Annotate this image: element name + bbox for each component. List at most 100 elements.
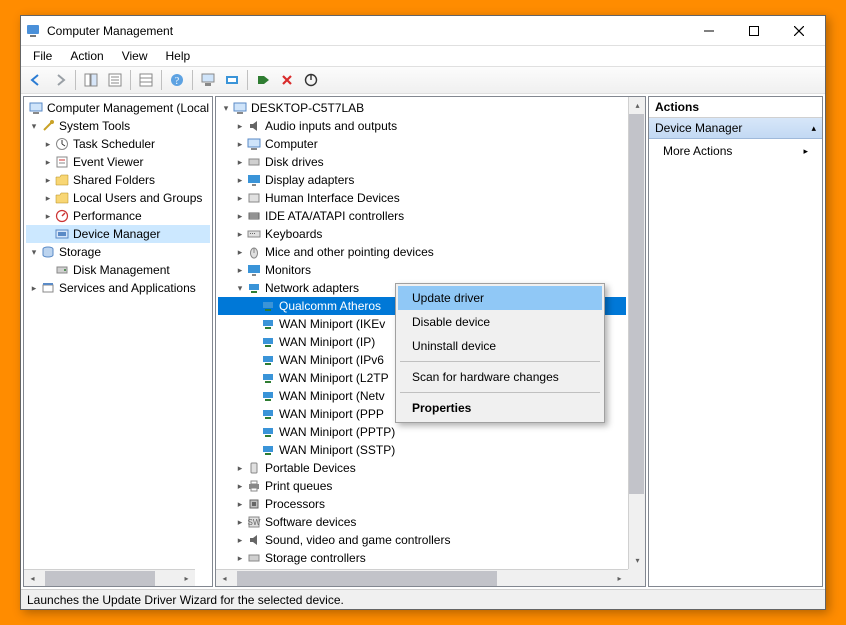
chevron-right-icon[interactable]: ▸	[234, 153, 246, 171]
chevron-right-icon[interactable]: ▸	[42, 171, 54, 189]
scroll-up-button[interactable]: ▴	[629, 97, 646, 114]
tree-item-device-manager[interactable]: ▸ Device Manager	[26, 225, 210, 243]
scroll-thumb[interactable]	[237, 571, 497, 586]
scrollbar-horizontal[interactable]: ◂ ▸	[24, 569, 195, 586]
chevron-right-icon[interactable]: ▸	[234, 261, 246, 279]
actions-band-device-manager[interactable]: Device Manager ▴	[649, 118, 822, 139]
context-uninstall-device[interactable]: Uninstall device	[398, 334, 602, 358]
tree-item-root[interactable]: Computer Management (Local	[26, 99, 210, 117]
chevron-down-icon[interactable]: ▾	[234, 279, 246, 297]
tree-item-label: Human Interface Devices	[265, 189, 400, 207]
device-item-wan-sstp[interactable]: ▸WAN Miniport (SSTP)	[218, 441, 626, 459]
maximize-button[interactable]	[731, 17, 776, 45]
device-category-display[interactable]: ▸Display adapters	[218, 171, 626, 189]
chevron-right-icon[interactable]: ▸	[28, 279, 40, 297]
list-view-button[interactable]	[135, 69, 157, 91]
tree-item-disk-management[interactable]: ▸ Disk Management	[26, 261, 210, 279]
scroll-thumb[interactable]	[45, 571, 155, 586]
scroll-left-button[interactable]: ◂	[24, 570, 41, 587]
scroll-right-button[interactable]: ▸	[178, 570, 195, 587]
menu-file[interactable]: File	[25, 47, 60, 65]
help-button[interactable]: ?	[166, 69, 188, 91]
scroll-track[interactable]	[41, 571, 178, 586]
chevron-right-icon[interactable]: ▸	[234, 495, 246, 513]
back-button[interactable]	[25, 69, 47, 91]
chevron-right-icon[interactable]: ▸	[234, 171, 246, 189]
chevron-down-icon[interactable]: ▾	[220, 99, 232, 117]
chevron-right-icon[interactable]: ▸	[42, 153, 54, 171]
chevron-right-icon[interactable]: ▸	[234, 225, 246, 243]
device-root[interactable]: ▾ DESKTOP-C5T7LAB	[218, 99, 626, 117]
tree-item-performance[interactable]: ▸ Performance	[26, 207, 210, 225]
context-disable-device[interactable]: Disable device	[398, 310, 602, 334]
device-category-mice[interactable]: ▸Mice and other pointing devices	[218, 243, 626, 261]
chevron-right-icon[interactable]: ▸	[234, 531, 246, 549]
device-category-keyboards[interactable]: ▸Keyboards	[218, 225, 626, 243]
scrollbar-vertical[interactable]: ▴ ▾	[628, 97, 645, 569]
clock-icon	[54, 136, 70, 152]
scrollbar-horizontal[interactable]: ◂ ▸	[216, 569, 628, 586]
menu-help[interactable]: Help	[158, 47, 199, 65]
close-button[interactable]	[776, 17, 821, 45]
context-properties[interactable]: Properties	[398, 396, 602, 420]
context-menu: Update driver Disable device Uninstall d…	[395, 283, 605, 423]
device-category-monitors[interactable]: ▸Monitors	[218, 261, 626, 279]
update-driver-toolbar-button[interactable]	[252, 69, 274, 91]
tree-item-storage[interactable]: ▾ Storage	[26, 243, 210, 261]
chevron-right-icon[interactable]: ▸	[42, 135, 54, 153]
tree-item-event-viewer[interactable]: ▸ Event Viewer	[26, 153, 210, 171]
device-category-hid[interactable]: ▸ Human Interface Devices	[218, 189, 626, 207]
chevron-right-icon[interactable]: ▸	[234, 135, 246, 153]
chevron-down-icon[interactable]: ▾	[28, 117, 40, 135]
chevron-right-icon[interactable]: ▸	[234, 243, 246, 261]
chevron-right-icon[interactable]: ▸	[42, 189, 54, 207]
forward-button[interactable]	[49, 69, 71, 91]
device-category-print[interactable]: ▸Print queues	[218, 477, 626, 495]
device-category-portable[interactable]: ▸Portable Devices	[218, 459, 626, 477]
scroll-track[interactable]	[233, 571, 611, 586]
device-category-software[interactable]: ▸SWSoftware devices	[218, 513, 626, 531]
chevron-right-icon[interactable]: ▸	[234, 207, 246, 225]
device-category-storage-controllers[interactable]: ▸Storage controllers	[218, 549, 626, 567]
tree-item-services-apps[interactable]: ▸ Services and Applications	[26, 279, 210, 297]
scroll-down-button[interactable]: ▾	[629, 552, 646, 569]
uninstall-toolbar-button[interactable]	[276, 69, 298, 91]
monitor-icon	[246, 262, 262, 278]
scroll-left-button[interactable]: ◂	[216, 570, 233, 587]
scroll-thumb[interactable]	[629, 114, 644, 494]
tree-item-shared-folders[interactable]: ▸ Shared Folders	[26, 171, 210, 189]
tree-item-task-scheduler[interactable]: ▸ Task Scheduler	[26, 135, 210, 153]
devices-by-type-button[interactable]	[197, 69, 219, 91]
chevron-right-icon[interactable]: ▸	[234, 459, 246, 477]
disable-toolbar-button[interactable]	[300, 69, 322, 91]
chevron-right-icon[interactable]: ▸	[234, 513, 246, 531]
chevron-down-icon[interactable]: ▾	[28, 243, 40, 261]
device-item-wan-pptp[interactable]: ▸WAN Miniport (PPTP)	[218, 423, 626, 441]
device-category-computer[interactable]: ▸Computer	[218, 135, 626, 153]
device-category-sound[interactable]: ▸Sound, video and game controllers	[218, 531, 626, 549]
chevron-right-icon[interactable]: ▸	[42, 207, 54, 225]
device-category-disk[interactable]: ▸Disk drives	[218, 153, 626, 171]
device-category-ide[interactable]: ▸IDE ATA/ATAPI controllers	[218, 207, 626, 225]
menu-view[interactable]: View	[114, 47, 156, 65]
scan-hardware-button[interactable]	[221, 69, 243, 91]
scroll-track[interactable]	[629, 114, 645, 552]
context-update-driver[interactable]: Update driver	[398, 286, 602, 310]
device-category-audio[interactable]: ▸Audio inputs and outputs	[218, 117, 626, 135]
minimize-button[interactable]	[686, 17, 731, 45]
console-tree[interactable]: Computer Management (Local ▾ System Tool…	[24, 97, 212, 569]
computer-icon	[28, 100, 44, 116]
chevron-right-icon[interactable]: ▸	[234, 477, 246, 495]
chevron-right-icon[interactable]: ▸	[234, 117, 246, 135]
chevron-right-icon[interactable]: ▸	[234, 189, 246, 207]
tree-item-local-users[interactable]: ▸ Local Users and Groups	[26, 189, 210, 207]
properties-button[interactable]	[104, 69, 126, 91]
menu-action[interactable]: Action	[62, 47, 111, 65]
tree-item-system-tools[interactable]: ▾ System Tools	[26, 117, 210, 135]
show-hide-tree-button[interactable]	[80, 69, 102, 91]
actions-more-actions[interactable]: More Actions ▸	[649, 139, 822, 163]
chevron-right-icon[interactable]: ▸	[234, 549, 246, 567]
device-category-processors[interactable]: ▸Processors	[218, 495, 626, 513]
scroll-right-button[interactable]: ▸	[611, 570, 628, 587]
context-scan-hardware[interactable]: Scan for hardware changes	[398, 365, 602, 389]
